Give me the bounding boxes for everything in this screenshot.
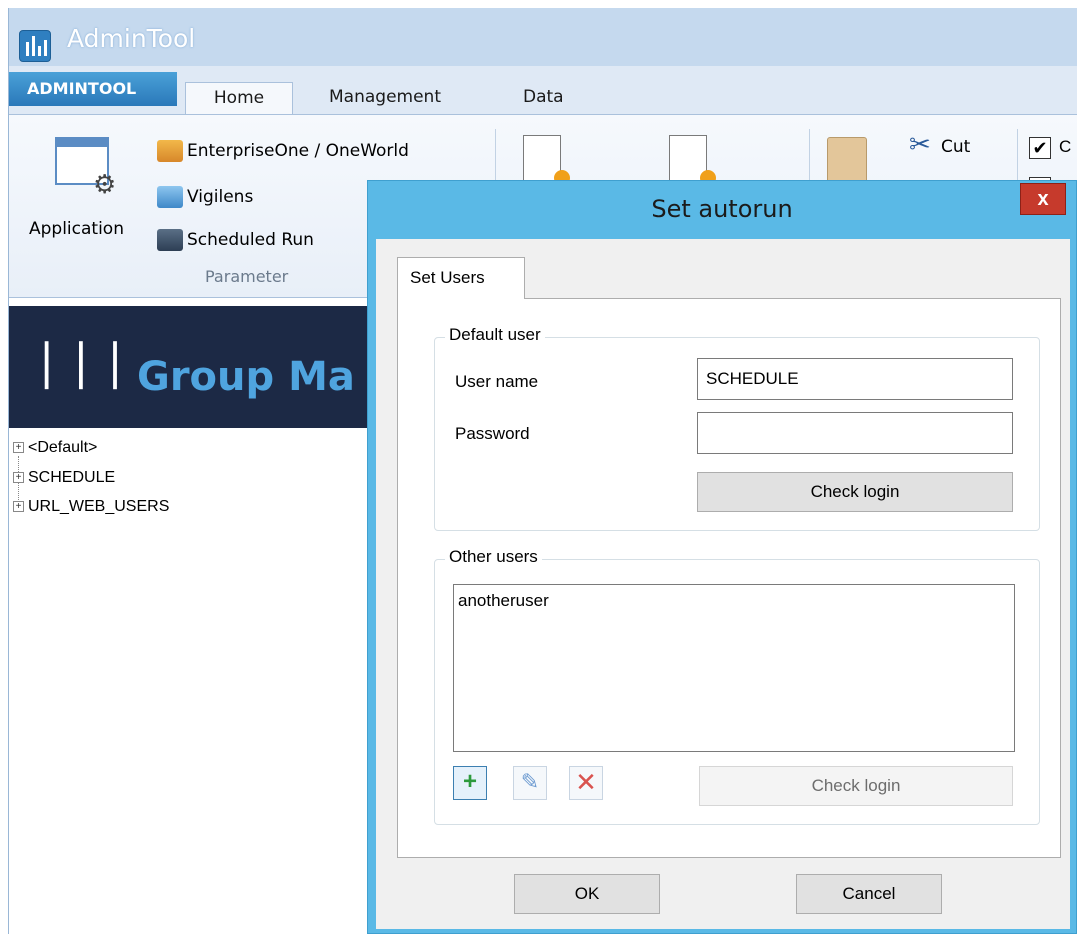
dialog-title: Set autorun [651, 195, 793, 223]
tab-set-users[interactable]: Set Users [397, 257, 525, 299]
default-user-title: Default user [445, 325, 545, 345]
app-logo-icon [19, 30, 51, 62]
cancel-button[interactable]: Cancel [796, 874, 942, 914]
other-users-list[interactable]: anotheruser [453, 584, 1015, 752]
delete-user-button[interactable]: ✕ [569, 766, 603, 800]
user-name-input[interactable]: SCHEDULE [697, 358, 1013, 400]
parameter-group-label: Parameter [205, 267, 289, 286]
edit-user-button[interactable]: ✎ [513, 766, 547, 800]
vigilens-button[interactable]: Vigilens [157, 183, 253, 211]
import-key-button[interactable] [523, 135, 570, 186]
ribbon-checkbox-label: C [1059, 137, 1072, 156]
tree-item-schedule[interactable]: + SCHEDULE [13, 467, 115, 489]
group-tree-pane: ᛁᛁᛁ Group Ma + <Default> + SCHEDULE + URL_W… [9, 298, 369, 934]
add-user-button[interactable]: + [453, 766, 487, 800]
cut-label[interactable]: Cut [941, 137, 970, 157]
scheduled-run-button[interactable]: Scheduled Run [157, 226, 314, 254]
list-item[interactable]: anotheruser [454, 585, 1014, 617]
set-autorun-dialog: Set autorun x Set Users Default user Use… [367, 180, 1077, 934]
tree-item-label: SCHEDULE [28, 469, 116, 486]
tree-item-label: URL_WEB_USERS [28, 498, 170, 515]
dialog-client-area: Set Users Default user User name SCHEDUL… [376, 239, 1070, 929]
scheduled-run-icon [157, 229, 183, 251]
check-login-button[interactable]: Check login [697, 472, 1013, 512]
pencil-icon: ✎ [520, 769, 540, 794]
new-key-button[interactable] [669, 135, 716, 186]
enterpriseone-label: EnterpriseOne / OneWorld [187, 141, 409, 161]
brand-logo-icon: ᛁᛁᛁ [31, 336, 134, 396]
vigilens-gear-icon [157, 186, 183, 208]
other-users-title: Other users [445, 547, 542, 567]
close-button[interactable]: x [1020, 183, 1066, 215]
gear-icon: ⚙ [93, 169, 117, 199]
tree-item-url-web-users[interactable]: + URL_WEB_USERS [13, 496, 169, 518]
other-users-group: Other users anotheruser + ✎ ✕ Check logi… [434, 547, 1040, 825]
title-bar: AdminTool [9, 8, 1077, 66]
expand-icon[interactable]: + [13, 442, 24, 454]
check-login-other-button[interactable]: Check login [699, 766, 1013, 806]
ribbon-checkbox[interactable]: ✔ [1029, 137, 1051, 159]
password-label: Password [455, 424, 530, 443]
paste-clipboard-icon[interactable] [827, 137, 867, 185]
password-input[interactable] [697, 412, 1013, 454]
enterpriseone-button[interactable]: EnterpriseOne / OneWorld [157, 137, 409, 165]
file-tab[interactable]: ADMINTOOL [9, 72, 177, 106]
expand-icon[interactable]: + [13, 472, 24, 484]
group-banner: ᛁᛁᛁ Group Ma [9, 306, 369, 428]
tab-data[interactable]: Data [523, 82, 564, 114]
scissors-icon[interactable]: ✂ [909, 129, 931, 160]
ribbon-tab-bar: ADMINTOOL Home Management Data [9, 66, 1077, 114]
tree-item-label: <Default> [28, 439, 98, 456]
default-user-group: Default user User name SCHEDULE Password… [434, 325, 1040, 531]
app-title: AdminTool [67, 24, 196, 53]
database-gear-icon [157, 140, 183, 162]
application-label: Application [29, 219, 124, 239]
tab-management[interactable]: Management [329, 82, 441, 114]
expand-icon[interactable]: + [13, 501, 24, 513]
user-name-label: User name [455, 372, 539, 391]
delete-x-icon: ✕ [575, 767, 597, 797]
tree-item-default[interactable]: + <Default> [13, 437, 97, 459]
tab-home[interactable]: Home [185, 82, 293, 114]
vigilens-label: Vigilens [187, 187, 254, 207]
set-users-panel: Default user User name SCHEDULE Password… [397, 298, 1061, 858]
scheduled-run-label: Scheduled Run [187, 230, 314, 250]
application-button[interactable]: ⚙ Application [25, 131, 145, 241]
plus-icon: + [462, 768, 477, 795]
ok-button[interactable]: OK [514, 874, 660, 914]
banner-title: Group Ma [137, 354, 355, 400]
